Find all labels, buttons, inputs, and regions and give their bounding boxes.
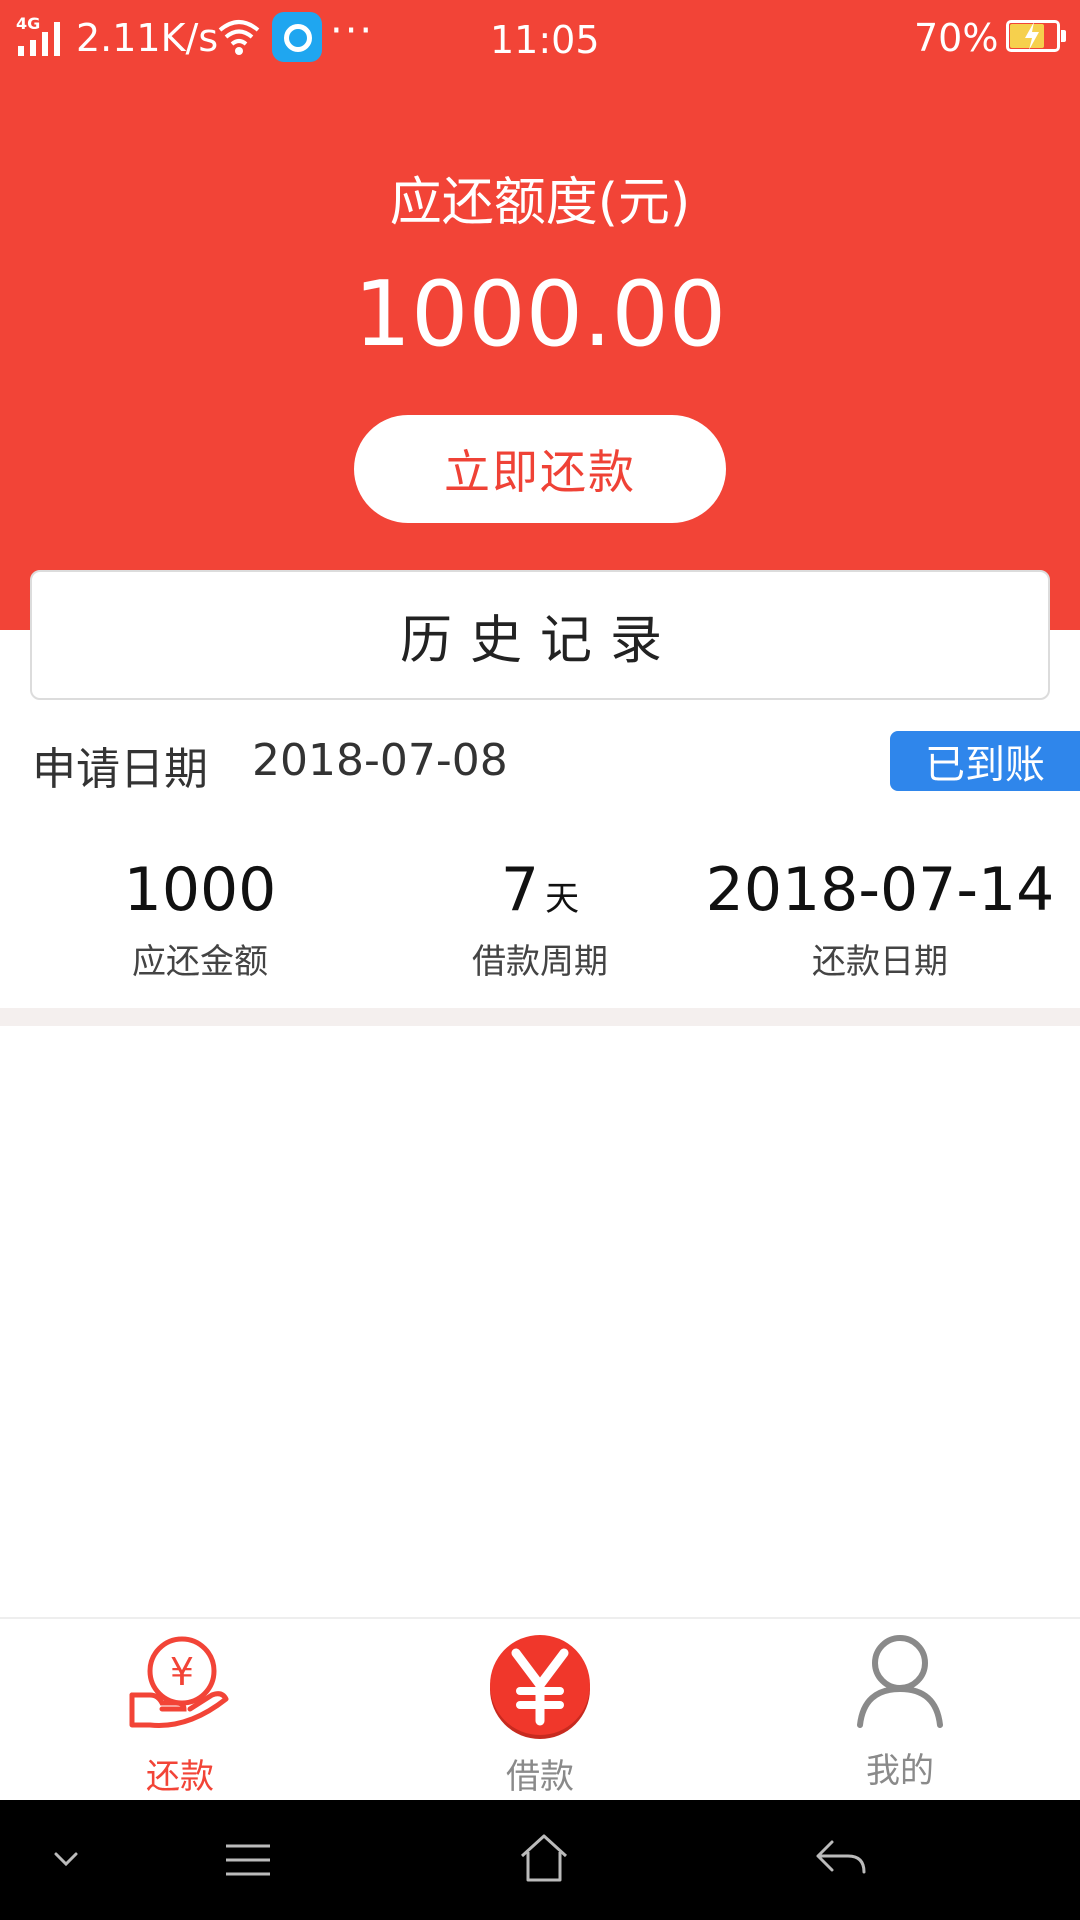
application-date-label: 申请日期 bbox=[32, 744, 208, 795]
tab-borrow[interactable]: 借款 bbox=[450, 1625, 630, 1797]
status-bar: 4G 2.11K/s ··· 11:05 70% bbox=[0, 0, 1080, 80]
tab-borrow-label: 借款 bbox=[506, 1757, 574, 1797]
user-icon bbox=[857, 1635, 943, 1728]
home-icon[interactable] bbox=[518, 1832, 570, 1884]
battery-tip bbox=[1061, 30, 1066, 42]
yuan-coin-icon bbox=[490, 1635, 590, 1739]
svg-text:¥: ¥ bbox=[170, 1650, 194, 1694]
amount-due-value: 1000.00 bbox=[353, 262, 727, 367]
chevron-down-icon[interactable] bbox=[52, 1850, 80, 1868]
tab-repay[interactable]: ¥ 还款 bbox=[90, 1625, 270, 1797]
status-badge: 已到账 bbox=[890, 731, 1080, 791]
repay-date-stat: 2018-07-14 bbox=[700, 855, 1060, 925]
clock: 11:05 bbox=[490, 18, 600, 62]
stat-value: 7 bbox=[500, 855, 540, 925]
loan-period-stat-label: 借款周期 bbox=[472, 942, 608, 982]
back-icon[interactable] bbox=[814, 1836, 868, 1880]
wifi-icon bbox=[218, 20, 260, 55]
more-notifications-icon: ··· bbox=[330, 8, 375, 54]
application-date-value: 2018-07-08 bbox=[252, 735, 508, 786]
history-records-button[interactable]: 历史记录 bbox=[30, 570, 1050, 700]
repay-date-stat-label: 还款日期 bbox=[812, 942, 948, 982]
stat-value: 2018-07-14 bbox=[705, 855, 1055, 925]
section-divider bbox=[0, 1008, 1080, 1026]
tab-mine[interactable]: 我的 bbox=[810, 1625, 990, 1795]
charging-icon bbox=[1025, 22, 1039, 50]
tab-mine-label: 我的 bbox=[866, 1751, 934, 1791]
stat-unit: 天 bbox=[545, 879, 580, 919]
system-navigation-bar bbox=[0, 1800, 1080, 1920]
app-notification-icon bbox=[272, 12, 322, 62]
amount-due-title: 应还额度(元) bbox=[389, 173, 691, 233]
battery-percentage: 70% bbox=[914, 16, 999, 60]
network-speed: 2.11K/s bbox=[76, 16, 219, 60]
tab-repay-label: 还款 bbox=[146, 1757, 214, 1797]
amount-due-stat-label: 应还金额 bbox=[132, 942, 268, 982]
menu-icon[interactable] bbox=[222, 1840, 274, 1880]
signal-icon bbox=[18, 22, 60, 56]
amount-due-stat: 1000 bbox=[40, 855, 360, 925]
repay-now-button[interactable]: 立即还款 bbox=[354, 415, 726, 523]
hand-yuan-icon: ¥ bbox=[129, 1636, 229, 1728]
stat-value: 1000 bbox=[123, 855, 277, 925]
loan-period-stat: 7天 bbox=[380, 855, 700, 925]
